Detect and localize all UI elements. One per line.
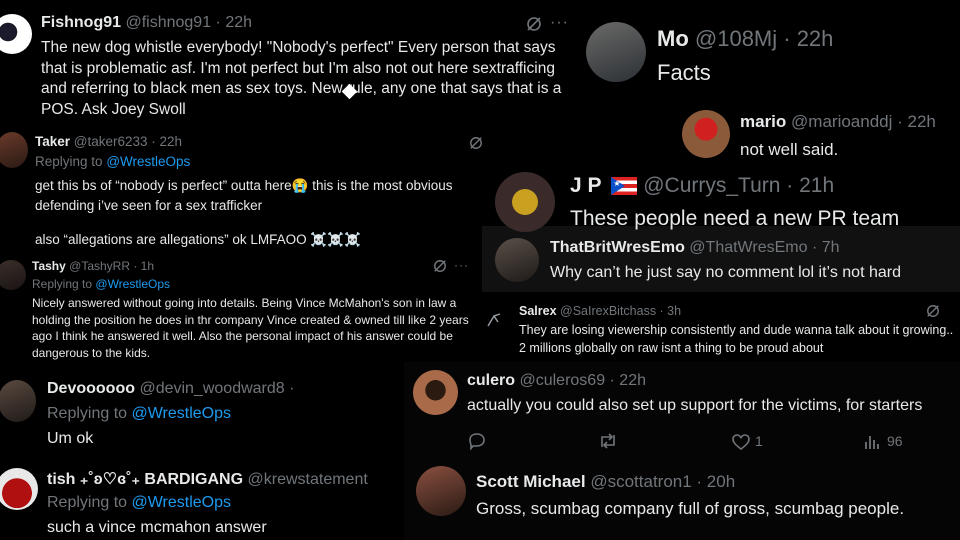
views-icon[interactable] xyxy=(863,433,881,451)
like-count: 1 xyxy=(755,433,763,449)
tweet-text: not well said. xyxy=(740,140,839,159)
view-count: 96 xyxy=(887,433,903,449)
tweet-scott-michael[interactable]: Scott Michael @scottatron1 · 20h Gross, … xyxy=(408,462,960,534)
tweet-text: Nicely answered without going into detai… xyxy=(32,296,469,360)
avatar[interactable] xyxy=(413,370,458,415)
avatar[interactable] xyxy=(495,172,555,232)
avatar-sketch-icon xyxy=(487,313,501,327)
author-handle[interactable]: @TashyRR · 1h xyxy=(69,259,154,273)
tweet-taker[interactable]: Taker @taker6233 · 22h Replying to @Wres… xyxy=(0,130,490,250)
tweet-text: Gross, scumbag company full of gross, sc… xyxy=(476,499,905,518)
tweet-text: Why can’t he just say no comment lol it’… xyxy=(550,264,901,281)
tweet-text: actually you could also set up support f… xyxy=(467,397,923,414)
grok-icon[interactable] xyxy=(526,16,542,32)
author-name[interactable]: Taker xyxy=(35,134,70,149)
author-name[interactable]: Scott Michael xyxy=(476,472,586,491)
author-handle[interactable]: @marioanddj · 22h xyxy=(791,112,936,131)
author-handle[interactable]: @devin_woodward8 · xyxy=(139,380,294,397)
author-handle[interactable]: @krewstatement xyxy=(248,471,368,488)
author-name[interactable]: Salrex xyxy=(519,304,557,318)
avatar[interactable] xyxy=(416,466,466,516)
avatar[interactable] xyxy=(586,22,646,82)
author-handle[interactable]: @108Mj · 22h xyxy=(695,26,834,51)
author-name[interactable]: tish ₊˚ʚ♡ɞ˚₊ BARDIGANG xyxy=(47,471,243,488)
avatar[interactable] xyxy=(0,132,28,168)
tweet-salrex[interactable]: Salrex @SaIrexBitchass · 3h They are los… xyxy=(480,300,960,360)
author-name[interactable]: Fishnog91 xyxy=(41,14,121,31)
puerto-rico-flag-icon xyxy=(611,177,638,196)
author-name[interactable]: J P xyxy=(570,174,602,197)
tweet-jp[interactable]: J P @Currys_Turn · 21h These people need… xyxy=(490,168,960,234)
avatar[interactable] xyxy=(0,380,36,422)
author-handle[interactable]: @culeros69 · 22h xyxy=(519,372,646,389)
avatar[interactable] xyxy=(0,468,38,510)
author-name[interactable]: Mo xyxy=(657,26,689,51)
author-name[interactable]: ThatBritWresEmo xyxy=(550,239,685,256)
author-name[interactable]: Tashy xyxy=(32,259,66,273)
repost-icon[interactable] xyxy=(597,432,619,450)
tweet-mo[interactable]: Mo @108Mj · 22h Facts xyxy=(580,18,960,88)
tweet-text: such a vince mcmahon answer xyxy=(47,519,267,536)
reply-to-link[interactable]: @WrestleOps xyxy=(106,154,190,169)
avatar[interactable] xyxy=(0,260,26,290)
tweet-text: These people need a new PR team xyxy=(570,207,900,230)
reply-icon[interactable] xyxy=(467,432,487,450)
tweet-tish[interactable]: tish ₊˚ʚ♡ɞ˚₊ BARDIGANG @krewstatement Re… xyxy=(0,466,400,540)
tweet-text: get this bs of “nobody is perfect” outta… xyxy=(35,178,453,213)
author-handle[interactable]: @ThatWresEmo · 7h xyxy=(689,239,839,256)
more-options-icon[interactable]: ··· xyxy=(454,258,469,272)
replying-to: Replying to @WrestleOps xyxy=(47,494,232,511)
author-name[interactable]: Devoooooo xyxy=(47,380,135,397)
author-handle[interactable]: @scottatron1 · 20h xyxy=(590,472,735,491)
avatar[interactable] xyxy=(495,238,539,282)
tweet-text: also “allegations are allegations” ok LM… xyxy=(35,232,361,247)
replying-to: Replying to @WrestleOps xyxy=(35,154,191,169)
tweet-devoooooo[interactable]: Devoooooo @devin_woodward8 · Replying to… xyxy=(0,378,400,458)
author-handle[interactable]: @Currys_Turn · 21h xyxy=(643,174,834,197)
avatar[interactable] xyxy=(682,110,730,158)
author-name[interactable]: mario xyxy=(740,112,786,131)
tweet-thatbritwresemo[interactable]: ThatBritWresEmo @ThatWresEmo · 7h Why ca… xyxy=(490,234,960,288)
tweet-fishnog91[interactable]: Fishnog91 @fishnog91 · 22h ··· The new d… xyxy=(0,10,570,120)
reply-to-link[interactable]: @WrestleOps xyxy=(132,494,232,511)
author-name[interactable]: culero xyxy=(467,372,515,389)
reply-to-link[interactable]: @WrestleOps xyxy=(95,277,170,291)
more-options-icon[interactable]: ··· xyxy=(550,14,569,32)
grok-icon[interactable] xyxy=(926,304,940,318)
tweet-text: The new dog whistle everybody! "Nobody's… xyxy=(41,39,562,118)
like-icon[interactable] xyxy=(731,433,751,451)
author-handle[interactable]: @SaIrexBitchass · 3h xyxy=(560,304,681,318)
grok-icon[interactable] xyxy=(469,136,483,150)
tweet-text: Facts xyxy=(657,60,711,85)
avatar[interactable] xyxy=(0,14,32,54)
replying-to: Replying to @WrestleOps xyxy=(32,277,171,291)
tweet-text: They are losing viewership consistently … xyxy=(519,323,954,355)
grok-icon[interactable] xyxy=(433,259,447,273)
tweet-text: Um ok xyxy=(47,430,94,447)
author-handle[interactable]: @fishnog91 · 22h xyxy=(125,14,252,31)
tweet-culero[interactable]: culero @culeros69 · 22h actually you cou… xyxy=(408,366,960,456)
replying-to: Replying to @WrestleOps xyxy=(47,405,232,422)
tweet-tashy[interactable]: Tashy @TashyRR · 1h ··· Replying to @Wre… xyxy=(0,256,480,366)
tweet-mario[interactable]: mario @marioanddj · 22h not well said. xyxy=(680,108,960,160)
author-handle[interactable]: @taker6233 · 22h xyxy=(74,134,182,149)
reply-to-link[interactable]: @WrestleOps xyxy=(132,405,232,422)
